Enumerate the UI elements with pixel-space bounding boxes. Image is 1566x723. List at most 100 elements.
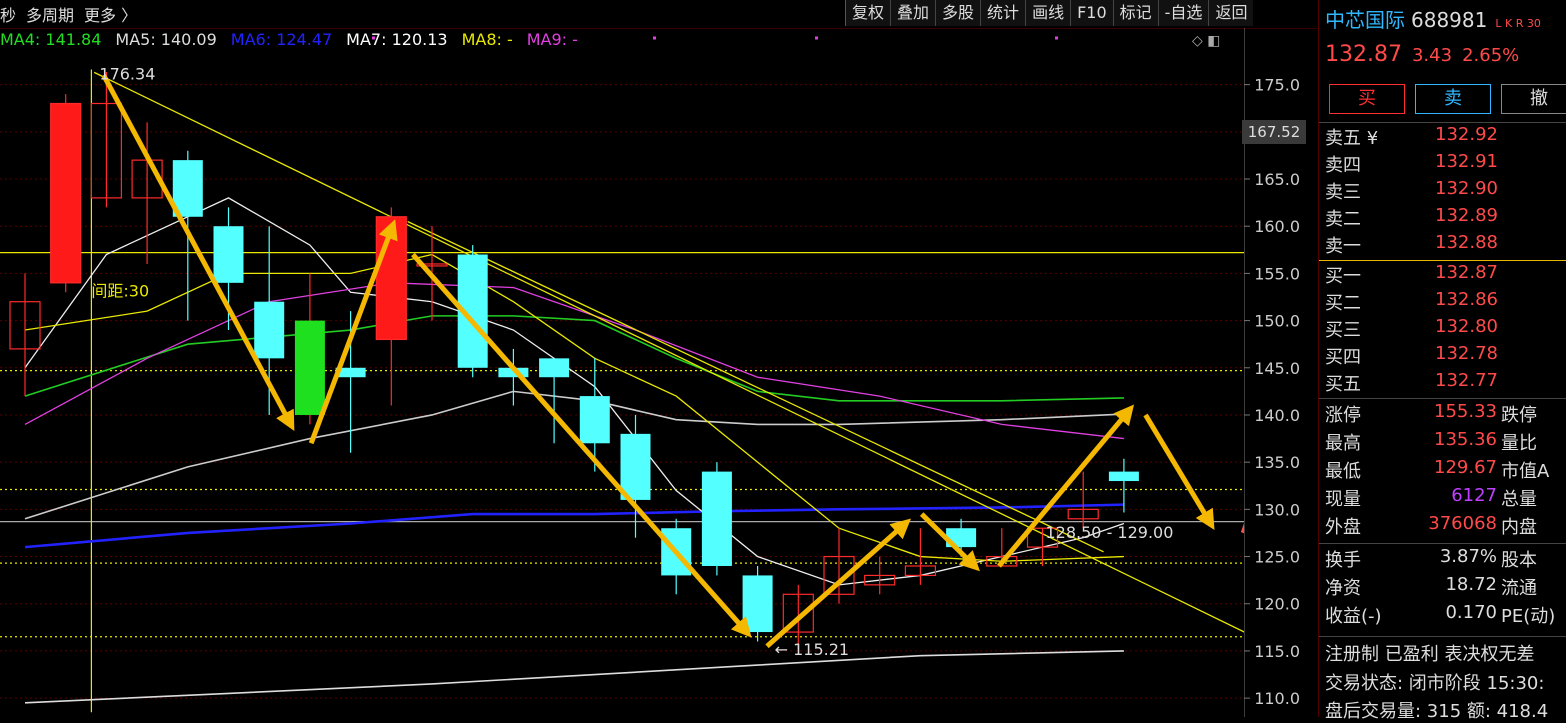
bid-price: 132.86 [1435,289,1498,310]
stat-label: 净资 [1325,578,1361,599]
remove-watchlist-button[interactable]: -自选 [1157,0,1209,26]
y-tick-label: 165.0 [1254,170,1300,189]
price-row: 132.87 3.43 2.65% [1325,42,1519,67]
ma-line-ma7 [24,650,1124,704]
trend-line [407,220,1104,553]
ask-label: 卖四 [1325,155,1361,176]
price-change: 3.43 [1411,45,1453,66]
candle-body [701,471,732,566]
divider [1319,636,1566,637]
stat-label-2: 股本 [1501,550,1537,571]
stat-label: 外盘 [1325,517,1361,538]
candle-body [579,396,610,444]
candle-body [254,301,285,359]
divider [1319,398,1566,399]
top-bar: 秒 多周期 更多 〉 复权 叠加 多股 统计 画线 F10 标记 -自选 返回 [0,0,1318,29]
info-line-1: 注册制 已盈利 表决权无差 [1325,644,1535,665]
stat-row-low: 最低 129.67 市值A [1325,457,1563,485]
f10-button[interactable]: F10 [1070,0,1113,26]
trade-buttons: 买 卖 撤 [1329,84,1566,114]
stat-label-2: 跌停 [1501,405,1537,426]
event-marker [372,36,375,40]
stat-label: 最高 [1325,433,1361,454]
high-price-label: 176.34 [99,64,155,83]
stat-value: 155.33 [1434,401,1497,422]
period-selector: 秒 多周期 更多 〉 [0,0,147,28]
ma-line-ma4 [24,315,1124,402]
gap-label: 间距:30 [91,281,149,300]
stock-header: 中芯国际 688981 L K R 30 [1325,4,1541,33]
mark-button[interactable]: 标记 [1112,0,1158,26]
event-marker [653,36,656,40]
candle-body [213,226,244,283]
bid-label: 买二 [1325,293,1361,314]
stat-row-volume: 现量 6127 总量 [1325,485,1563,513]
bid-price: 132.87 [1435,262,1498,283]
overlay-button[interactable]: 叠加 [890,0,936,26]
ask-price: 132.90 [1435,178,1498,199]
stat-value: 18.72 [1445,574,1497,595]
y-tick-label: 110.0 [1254,689,1300,708]
info-line-3: 盘后交易量: 315 额: 418.4 [1325,701,1549,722]
bid-price: 132.80 [1435,316,1498,337]
ask-label: 卖三 [1325,182,1361,203]
bid-price: 132.78 [1435,343,1498,364]
stats-button[interactable]: 统计 [980,0,1026,26]
y-tick-label: 130.0 [1254,500,1300,519]
period-seconds[interactable]: 秒 [0,2,16,26]
stat-label-2: 内盘 [1501,517,1537,538]
candle-body [742,575,773,633]
ask-row-5: 卖五 ¥ 132.92 [1325,124,1563,151]
back-button[interactable]: 返回 [1208,0,1254,26]
candlestick-chart[interactable]: 176.34 ← 115.21 间距:30 128.50 - 129.00 [0,28,1244,717]
stock-name: 中芯国际 [1325,8,1405,32]
bid-label: 买五 [1325,374,1361,395]
stat-label-2: 总量 [1501,489,1537,510]
stat-label: 换手 [1325,550,1361,571]
multi-stock-button[interactable]: 多股 [935,0,981,26]
stock-tags: L K R 30 [1495,17,1541,30]
stat-row-high: 最高 135.36 量比 [1325,429,1563,457]
ask-label: 卖五 ¥ [1325,128,1379,149]
bid-row-3: 买三 132.80 [1325,316,1563,343]
quote-panel: 中芯国际 688981 L K R 30 132.87 3.43 2.65% 买 卖 撤… [1318,0,1566,722]
ask-row-3: 卖三 132.90 [1325,178,1563,205]
stat-value: 129.67 [1434,457,1497,478]
ask-label: 卖二 [1325,209,1361,230]
candle-body [620,433,651,500]
multi-period-button[interactable]: 多周期 [26,2,74,26]
stat-row-outer: 外盘 376068 内盘 [1325,513,1563,541]
candle-body [294,320,325,415]
stock-chart-window: 秒 多周期 更多 〉 复权 叠加 多股 统计 画线 F10 标记 -自选 返回 … [0,0,1566,722]
ask-price: 132.92 [1435,124,1498,145]
sell-button[interactable]: 卖 [1415,84,1491,114]
bid-row-2: 买二 132.86 [1325,289,1563,316]
stat-value: 6127 [1451,485,1497,506]
y-tick-label: 160.0 [1254,217,1300,236]
y-tick-label: 125.0 [1254,548,1300,567]
adjust-button[interactable]: 复权 [845,0,891,26]
more-button[interactable]: 更多 〉 [84,2,137,26]
ask-price: 132.88 [1435,232,1498,253]
cancel-order-button[interactable]: 撤 [1501,84,1566,114]
stat-label: 现量 [1325,489,1361,510]
stat-row-turnover: 换手 3.87% 股本 [1325,546,1563,574]
stat-value: 3.87% [1439,546,1497,567]
ask-price: 132.89 [1435,205,1498,226]
ask-label: 卖一 [1325,236,1361,257]
draw-line-button[interactable]: 画线 [1025,0,1071,26]
y-tick-label: 155.0 [1254,264,1300,283]
y-tick-label: 150.0 [1254,312,1300,331]
stat-label-2: 流通 [1501,578,1537,599]
ask-row-4: 卖四 132.91 [1325,151,1563,178]
bid-label: 买四 [1325,347,1361,368]
stat-value: 0.170 [1445,602,1497,623]
buy-button[interactable]: 买 [1329,84,1405,114]
candle-body [539,358,570,378]
bid-row-1: 买一 132.87 [1325,262,1563,289]
stat-row-eps: 收益(-) 0.170 PE(动) [1325,602,1563,630]
y-tick-label: 145.0 [1254,359,1300,378]
last-price-tag: 167.52 [1242,120,1306,144]
analysis-arrow [101,74,295,432]
stat-row-limit: 涨停 155.33 跌停 [1325,401,1563,429]
